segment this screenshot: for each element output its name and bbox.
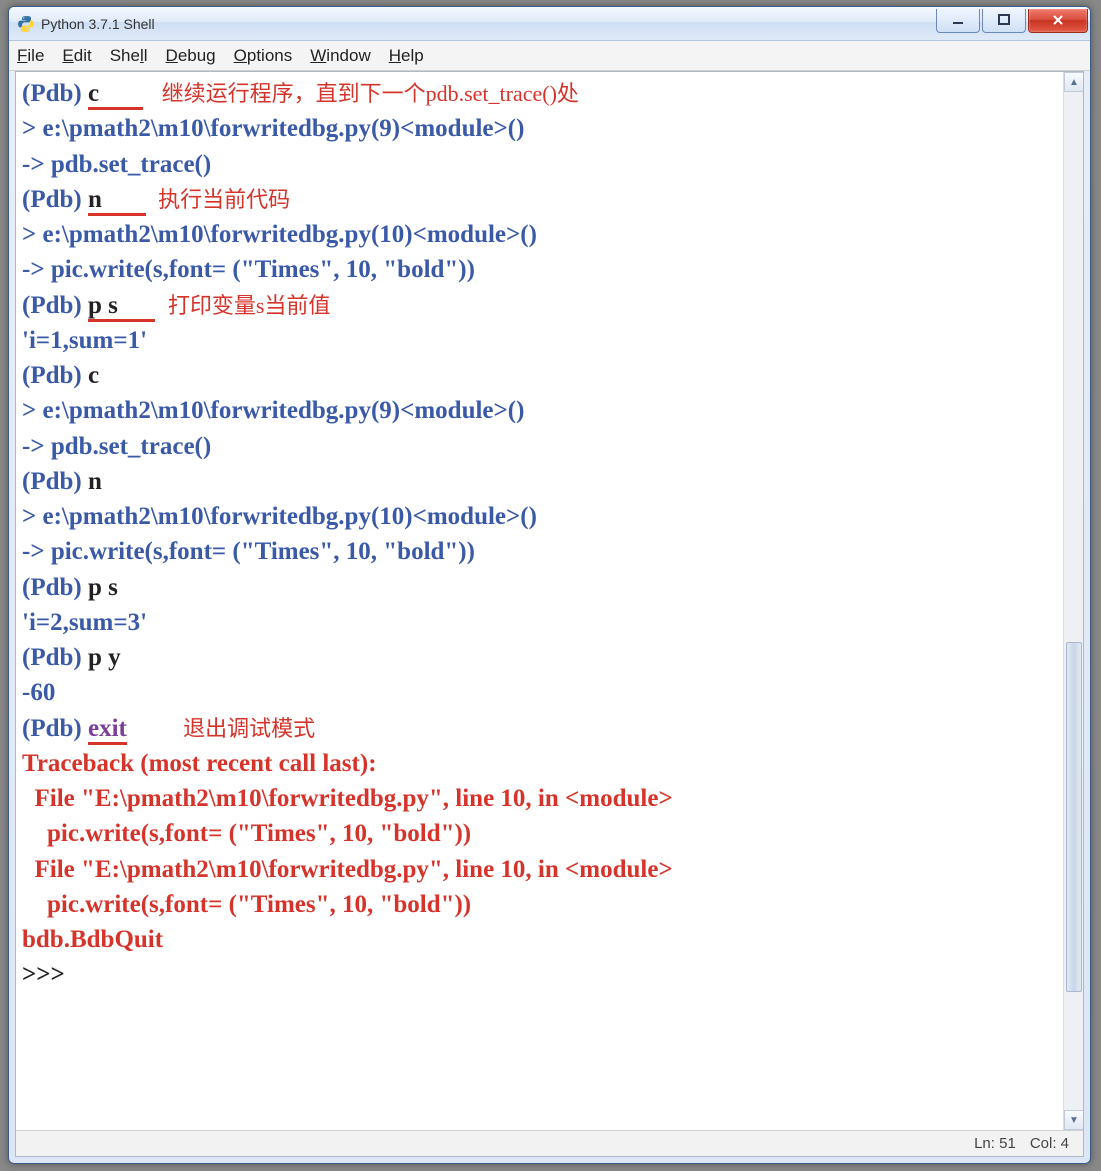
annotation-c: 继续运行程序，直到下一个pdb.set_trace()处 — [162, 81, 579, 106]
traceback-line2: pic.write(s,font= ("Times", 10, "bold")) — [22, 891, 471, 918]
menu-window[interactable]: Window — [310, 46, 370, 66]
traceback-file1: File "E:\pmath2\m10\forwritedbg.py", lin… — [22, 785, 673, 812]
output-loc9: > e:\pmath2\m10\forwritedbg.py(9)<module… — [22, 115, 524, 142]
annotation-ps: 打印变量s当前值 — [168, 293, 331, 318]
annotation-exit: 退出调试模式 — [183, 716, 315, 741]
output-loc9b: > e:\pmath2\m10\forwritedbg.py(9)<module… — [22, 397, 524, 424]
pdb-prompt: (Pdb) — [22, 574, 88, 601]
output-settrace2: -> pdb.set_trace() — [22, 433, 211, 460]
menubar: File Edit Shell Debug Options Window Hel… — [9, 41, 1090, 71]
python-icon — [17, 15, 35, 33]
traceback-quit: bdb.BdbQuit — [22, 926, 163, 953]
output-loc10b: > e:\pmath2\m10\forwritedbg.py(10)<modul… — [22, 503, 537, 530]
menu-debug[interactable]: Debug — [166, 46, 216, 66]
cmd-n2: n — [88, 468, 102, 495]
statusbar: Ln: 51 Col: 4 — [16, 1130, 1083, 1156]
pdb-prompt: (Pdb) — [22, 644, 88, 671]
cmd-ps2: p s — [88, 574, 118, 601]
output-s1: 'i=1,sum=1' — [22, 327, 147, 354]
minimize-button[interactable] — [936, 9, 980, 33]
scroll-thumb[interactable] — [1066, 642, 1082, 992]
pdb-prompt: (Pdb) — [22, 715, 88, 742]
output-write: -> pic.write(s,font= ("Times", 10, "bold… — [22, 256, 475, 283]
status-col: Col: 4 — [1030, 1135, 1069, 1152]
output-settrace: -> pdb.set_trace() — [22, 151, 211, 178]
vertical-scrollbar[interactable]: ▲ ▼ — [1063, 72, 1083, 1130]
pdb-prompt: (Pdb) — [22, 362, 88, 389]
cmd-n: n — [88, 186, 102, 216]
output-s2: 'i=2,sum=3' — [22, 609, 147, 636]
traceback-header: Traceback (most recent call last): — [22, 750, 377, 777]
status-line: Ln: 51 — [974, 1135, 1016, 1152]
idle-window: Python 3.7.1 Shell File Edit Shell Debug… — [8, 6, 1091, 1164]
cmd-exit: exit — [88, 715, 127, 745]
cmd-py: p y — [88, 644, 121, 671]
traceback-line1: pic.write(s,font= ("Times", 10, "bold")) — [22, 820, 471, 847]
titlebar[interactable]: Python 3.7.1 Shell — [9, 7, 1090, 41]
scroll-up-button[interactable]: ▲ — [1064, 72, 1083, 92]
cmd-c: c — [88, 80, 99, 110]
window-title: Python 3.7.1 Shell — [41, 16, 936, 32]
repl-prompt: >>> — [22, 961, 71, 988]
scroll-down-button[interactable]: ▼ — [1064, 1110, 1083, 1130]
menu-help[interactable]: Help — [389, 46, 424, 66]
maximize-button[interactable] — [982, 9, 1026, 33]
pdb-prompt: (Pdb) — [22, 186, 88, 213]
window-controls — [936, 9, 1088, 33]
output-write2: -> pic.write(s,font= ("Times", 10, "bold… — [22, 538, 475, 565]
pdb-prompt: (Pdb) — [22, 292, 88, 319]
pdb-prompt: (Pdb) — [22, 80, 88, 107]
cmd-ps: p s — [88, 292, 118, 322]
annotation-n: 执行当前代码 — [158, 187, 290, 212]
close-button[interactable] — [1028, 9, 1088, 33]
cmd-c2: c — [88, 362, 99, 389]
client-area: (Pdb) c 继续运行程序，直到下一个pdb.set_trace()处 > e… — [15, 71, 1084, 1157]
menu-options[interactable]: Options — [234, 46, 293, 66]
output-y: -60 — [22, 679, 55, 706]
traceback-file2: File "E:\pmath2\m10\forwritedbg.py", lin… — [22, 856, 673, 883]
menu-shell[interactable]: Shell — [110, 46, 148, 66]
shell-editor[interactable]: (Pdb) c 继续运行程序，直到下一个pdb.set_trace()处 > e… — [16, 72, 1063, 1130]
menu-edit[interactable]: Edit — [62, 46, 91, 66]
pdb-prompt: (Pdb) — [22, 468, 88, 495]
output-loc10: > e:\pmath2\m10\forwritedbg.py(10)<modul… — [22, 221, 537, 248]
editor-wrap: (Pdb) c 继续运行程序，直到下一个pdb.set_trace()处 > e… — [16, 72, 1083, 1130]
menu-file[interactable]: File — [17, 46, 44, 66]
